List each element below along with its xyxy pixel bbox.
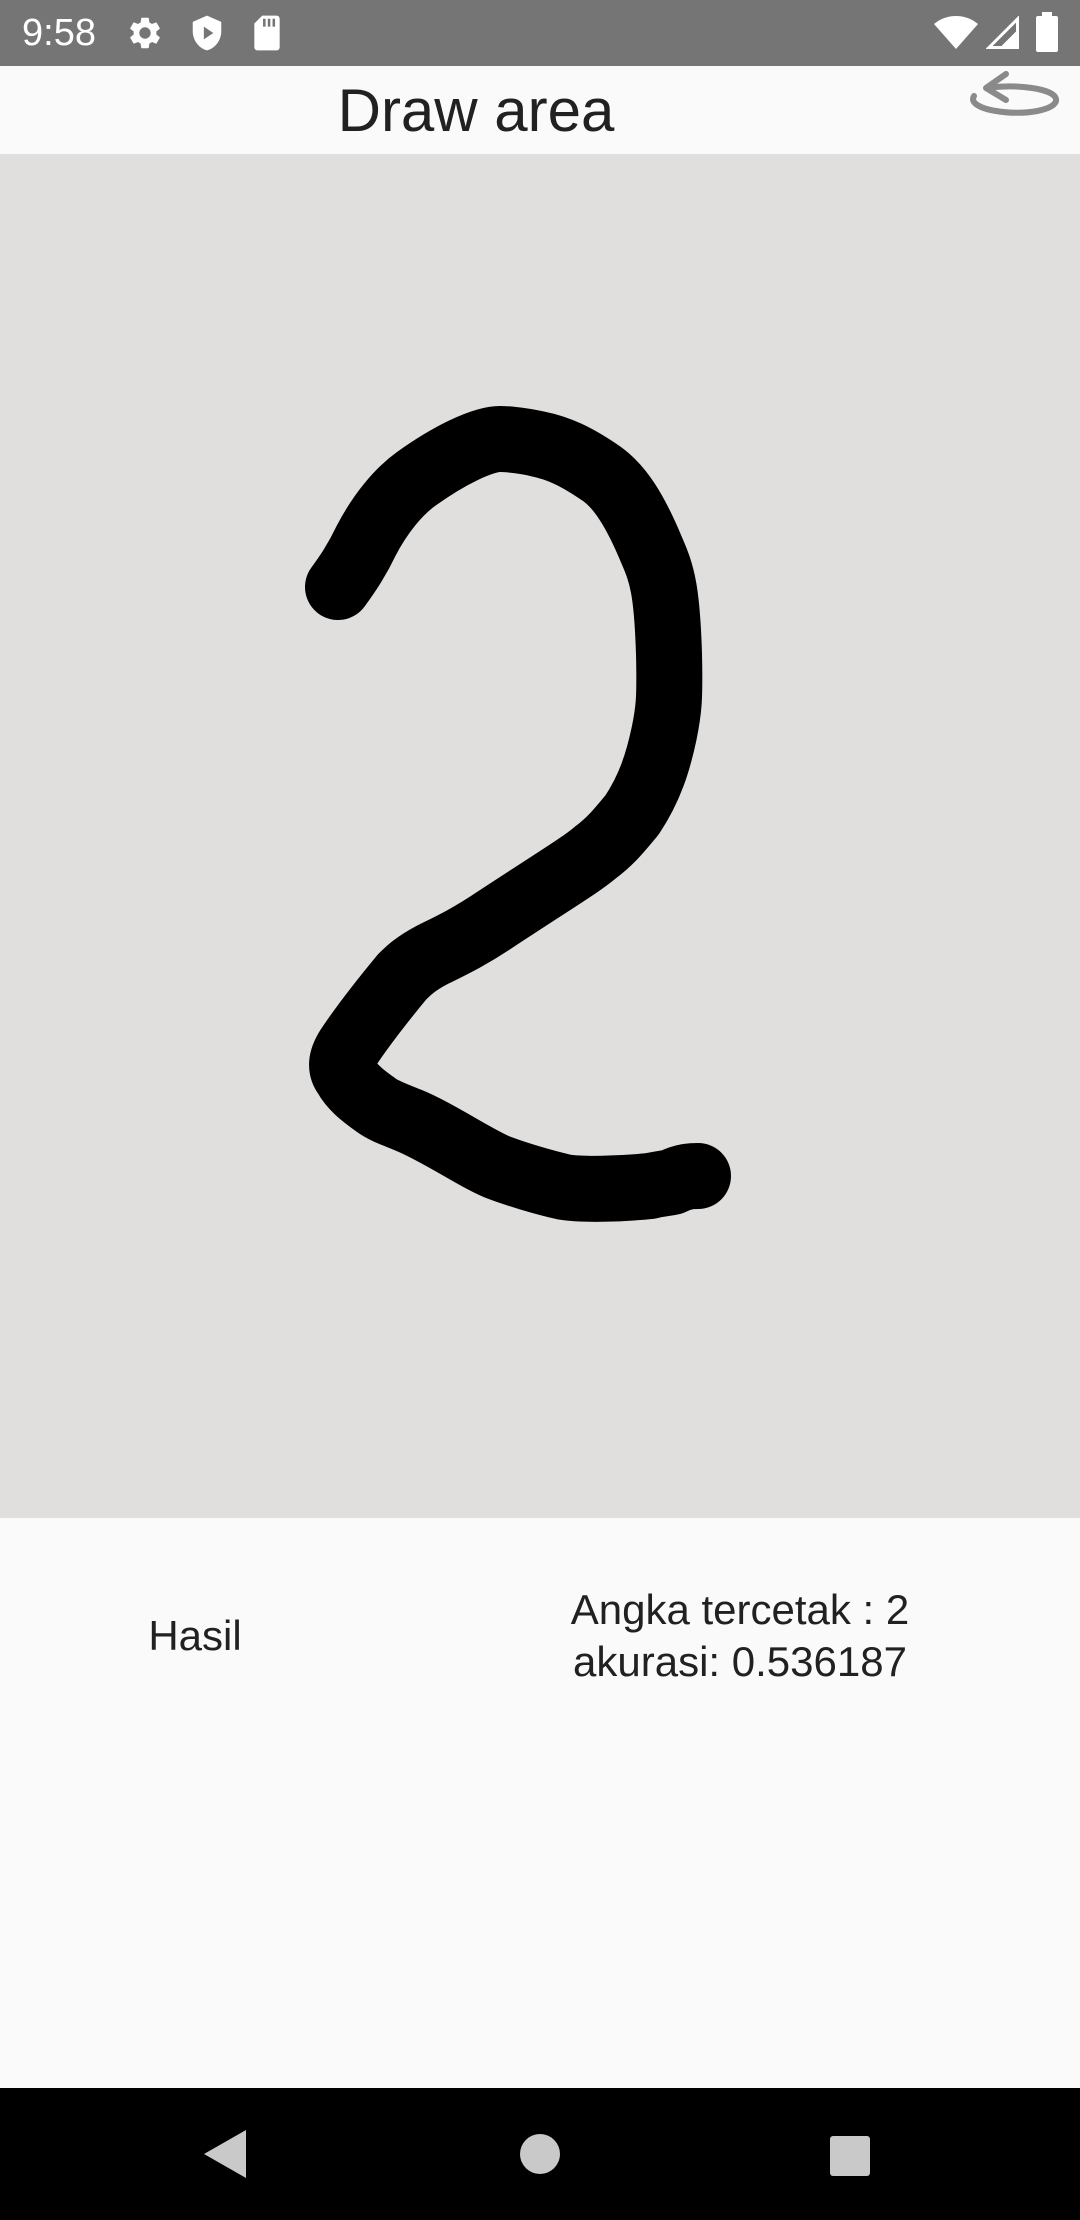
recents-square-icon[interactable] xyxy=(828,2134,872,2178)
undo-icon[interactable] xyxy=(968,66,1068,126)
back-triangle-icon[interactable] xyxy=(200,2128,250,2180)
page-title: Draw area xyxy=(337,77,615,144)
drawn-stroke xyxy=(305,406,731,1222)
draw-canvas[interactable] xyxy=(0,154,1080,1518)
battery-icon xyxy=(1036,12,1058,52)
gear-icon xyxy=(130,17,160,49)
predicted-digit-text: Angka tercetak : 2 xyxy=(570,1586,910,1633)
prediction-result: Angka tercetak : 2 akurasi: 0.536187 xyxy=(510,1584,970,1688)
sd-card-icon xyxy=(254,15,280,51)
wifi-icon xyxy=(934,16,978,49)
shield-play-icon xyxy=(192,15,222,51)
home-circle-icon[interactable] xyxy=(518,2132,562,2176)
result-label: Hasil xyxy=(148,1612,242,1659)
status-bar: 9:58 xyxy=(0,0,1080,66)
accuracy-text: akurasi: 0.536187 xyxy=(573,1638,907,1685)
status-time: 9:58 xyxy=(22,12,96,54)
cell-signal-icon xyxy=(986,16,1019,49)
app-bar: Draw area xyxy=(0,66,1080,154)
system-nav-bar xyxy=(0,2088,1080,2220)
